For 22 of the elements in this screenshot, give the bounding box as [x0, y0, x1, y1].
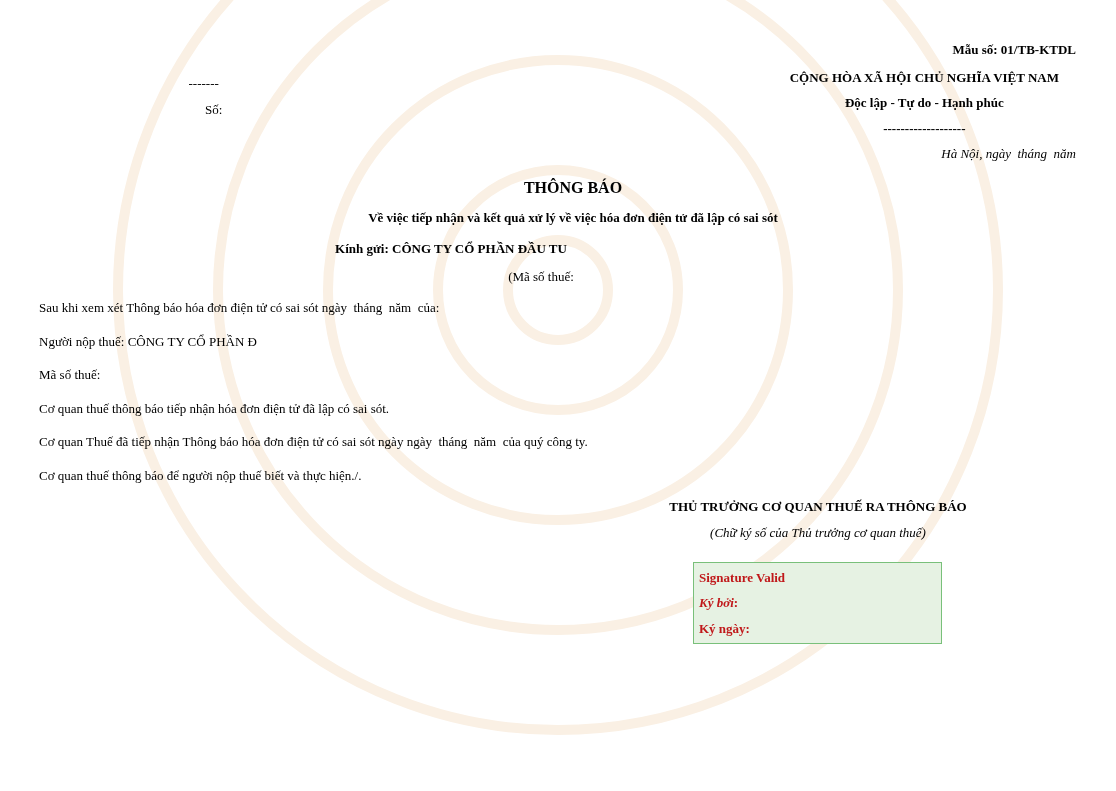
recipient-tax-code: (Mã số thuế:	[508, 267, 574, 286]
body-paragraph: Sau khi xem xét Thông báo hóa đơn điện tử có sai sót ngày tháng năm của:	[39, 299, 440, 317]
body-paragraph: Mã số thuế:	[39, 366, 101, 384]
body-paragraph: Người nộp thuế: CÔNG TY CỔ PHẦN Đ	[39, 332, 257, 351]
signature-status: Signature Valid	[699, 568, 787, 587]
header-rule: -------------------	[883, 119, 966, 138]
signer-note: (Chữ ký số của Thủ trưởng cơ quan thuế)	[710, 523, 926, 542]
signed-by: Ký bởi:	[699, 594, 740, 613]
number-label: Số:	[204, 100, 223, 119]
body-paragraph: Cơ quan thuế thông báo tiếp nhận hóa đơn điện tử đã lập có sai sót.	[39, 399, 390, 418]
motto: Độc lập - Tự do - Hạnh phúc	[844, 94, 1004, 112]
signed-date: Ký ngày:	[699, 619, 751, 638]
notice-title: THÔNG BÁO	[523, 177, 623, 198]
place-date: Hà Nội, ngày tháng năm	[941, 145, 1076, 163]
form-number: Mẫu số: 01/TB-KTDL	[952, 41, 1076, 59]
signer-title: THỦ TRƯỞNG CƠ QUAN THUẾ RA THÔNG BÁO	[669, 498, 967, 516]
notice-subtitle: Về việc tiếp nhận và kết quả xử lý về việc hóa đơn điện tử đã lập có sai sót	[368, 208, 778, 227]
body-paragraph: Cơ quan Thuế đã tiếp nhận Thông báo hóa đơn điện tử có sai sót ngày ngày tháng năm của quý công ty.	[39, 433, 588, 451]
recipient: Kính gửi: CÔNG TY CỔ PHẦN ĐẦU TU	[335, 240, 567, 258]
body-paragraph: Cơ quan thuế thông báo để người nộp thuế biết và thực hiện./.	[39, 466, 362, 485]
header-rule: -------	[188, 75, 219, 93]
country-heading: CỘNG HÒA XÃ HỘI CHỦ NGHĨA VIỆT NAM	[789, 68, 1059, 87]
